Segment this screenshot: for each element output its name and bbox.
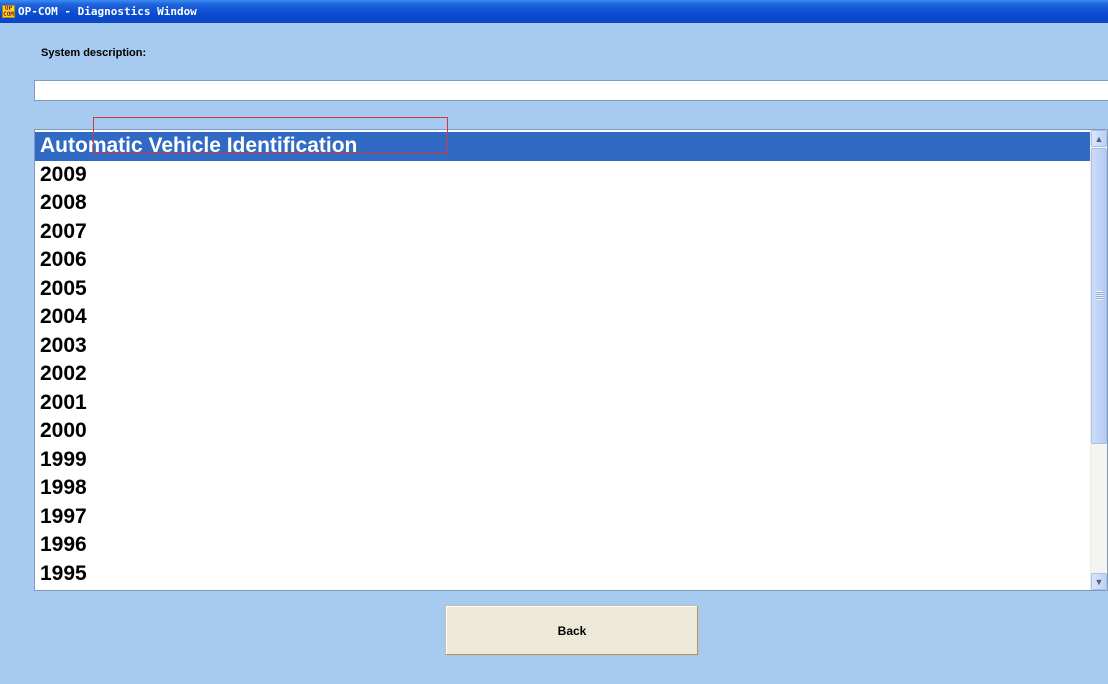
list-item-year[interactable]: 1999	[35, 446, 1090, 475]
scroll-up-button[interactable]: ▲	[1091, 130, 1107, 147]
system-description-field[interactable]	[34, 80, 1108, 101]
list-item-year[interactable]: 2006	[35, 246, 1090, 275]
model-year-listbox[interactable]: Automatic Vehicle Identification 2009 2008…	[34, 129, 1108, 591]
back-button[interactable]: Back	[445, 605, 699, 656]
chevron-up-icon: ▲	[1094, 133, 1104, 144]
list-item-year[interactable]: 1996	[35, 531, 1090, 560]
list-item-year[interactable]: 2007	[35, 218, 1090, 247]
list-item-year[interactable]: 1995	[35, 560, 1090, 589]
grip-icon	[1096, 291, 1103, 300]
chevron-down-icon: ▼	[1094, 576, 1104, 587]
list-items: Automatic Vehicle Identification 2009 2008…	[35, 132, 1090, 588]
scroll-thumb[interactable]	[1091, 148, 1107, 444]
title-bar[interactable]: OP COM OP-COM - Diagnostics Window	[0, 0, 1108, 23]
list-item-year[interactable]: 2000	[35, 417, 1090, 446]
list-item-year[interactable]: 2008	[35, 189, 1090, 218]
list-item-year[interactable]: 2009	[35, 161, 1090, 190]
list-item-year[interactable]: 2001	[35, 389, 1090, 418]
vertical-scrollbar[interactable]: ▲ ▼	[1090, 130, 1107, 590]
list-item-automatic-vehicle-identification[interactable]: Automatic Vehicle Identification	[35, 132, 1090, 161]
system-description-label: System description:	[41, 47, 147, 59]
window-title: OP-COM - Diagnostics Window	[18, 5, 197, 18]
list-item-year[interactable]: 2002	[35, 360, 1090, 389]
list-item-year[interactable]: 2003	[35, 332, 1090, 361]
list-item-year[interactable]: 1997	[35, 503, 1090, 532]
app-icon[interactable]: OP COM	[2, 5, 15, 18]
list-item-year[interactable]: 2005	[35, 275, 1090, 304]
list-item-year[interactable]: 2004	[35, 303, 1090, 332]
list-item-year[interactable]: 1998	[35, 474, 1090, 503]
scroll-down-button[interactable]: ▼	[1091, 573, 1107, 590]
